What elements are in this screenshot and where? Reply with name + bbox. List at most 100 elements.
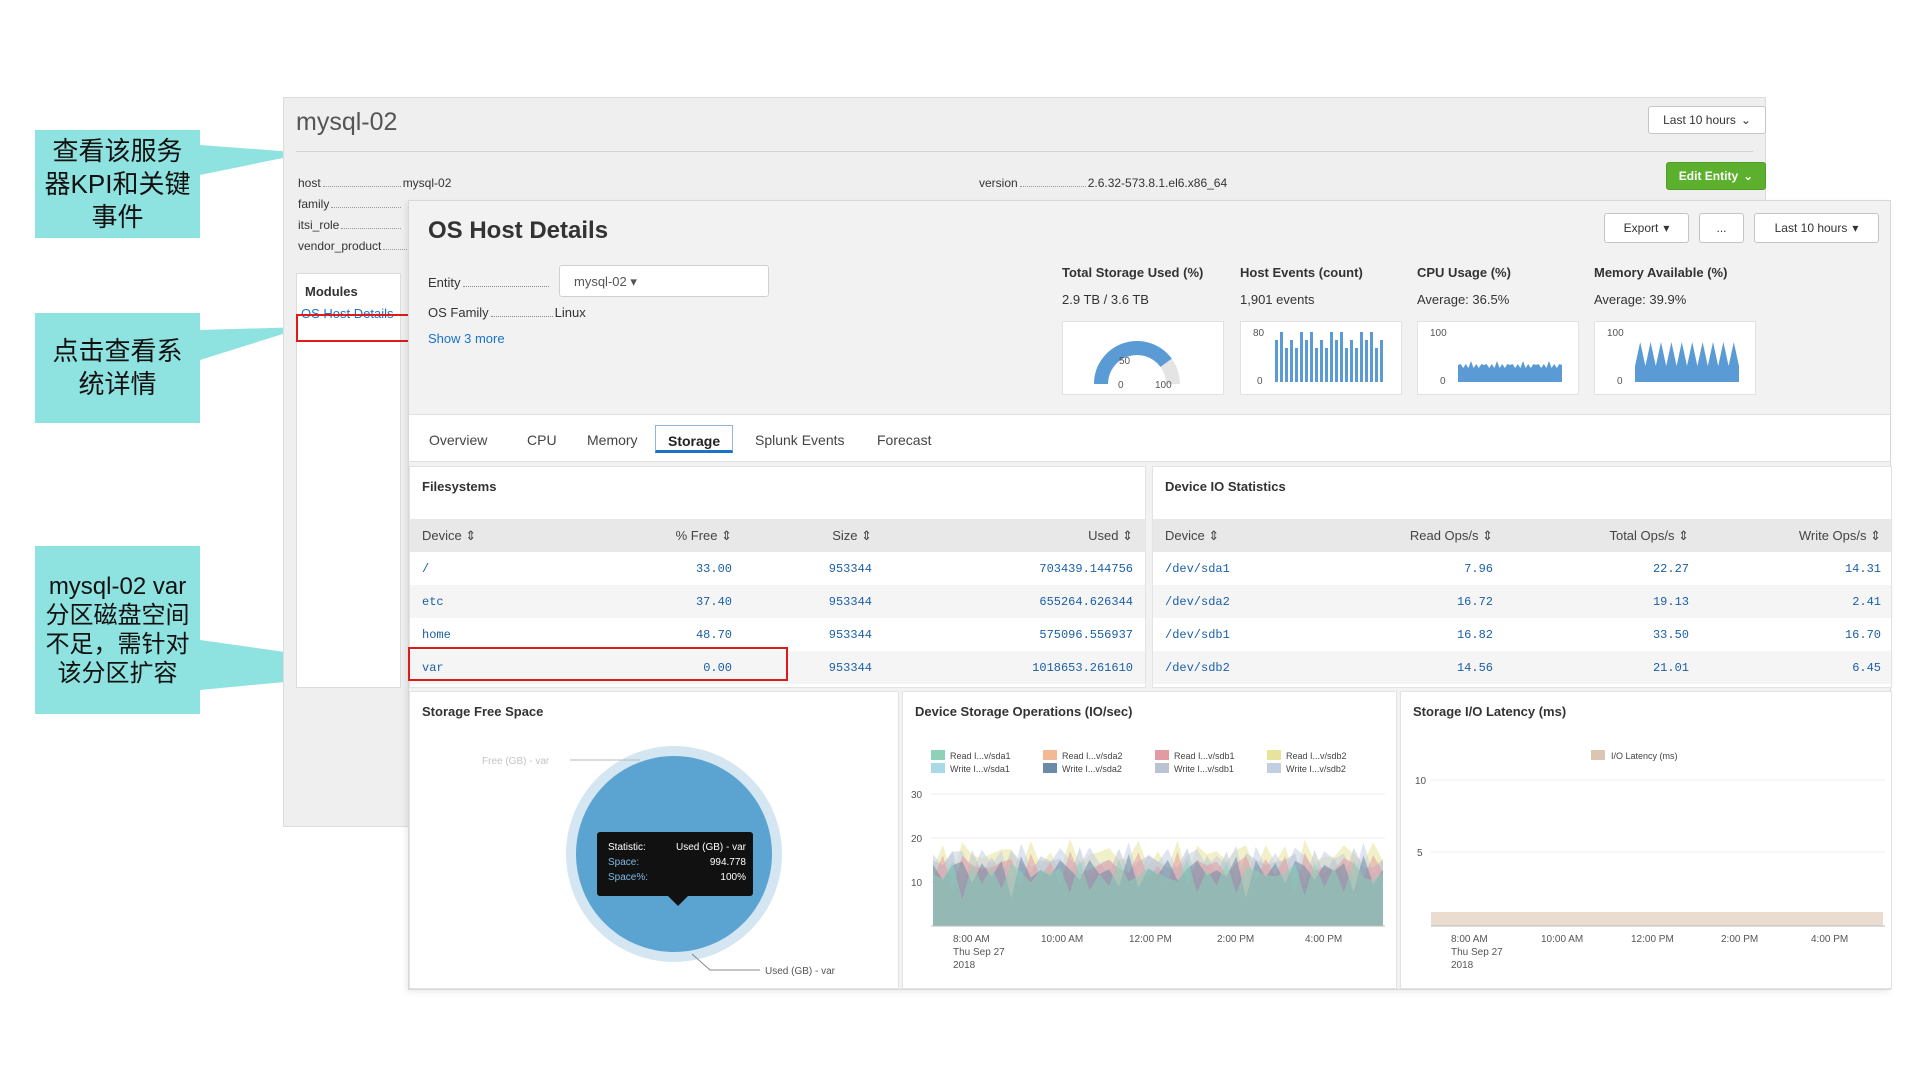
storage-gauge: 50 0 100 — [1062, 321, 1224, 395]
os-family-value: Linux — [554, 305, 586, 320]
memory-sparkline: 100 0 — [1594, 321, 1756, 395]
spark-bottom-label: 0 — [1257, 376, 1263, 387]
latency-legend-swatch — [1591, 750, 1605, 760]
legend-label: Write I...v/sdb2 — [1286, 764, 1346, 774]
legend-swatch — [931, 750, 945, 760]
table-cell: 953344 — [828, 628, 872, 642]
spark-bar — [1325, 348, 1328, 382]
col-write-ops[interactable]: Write Ops/s ⇕ — [1799, 528, 1881, 544]
tab-overview[interactable]: Overview — [417, 425, 499, 453]
spark-top-label: 100 — [1430, 328, 1447, 339]
spark-bar — [1310, 332, 1313, 382]
table-header: Device ⇕ Read Ops/s ⇕ Total Ops/s ⇕ Writ… — [1153, 519, 1891, 552]
table-cell: 14.31 — [1844, 562, 1881, 576]
cpu-usage-sparkline: 100 0 — [1417, 321, 1579, 395]
table-cell: 19.13 — [1652, 595, 1689, 609]
table-row[interactable]: /dev/sdb1 16.82 33.50 16.70 — [1153, 618, 1891, 651]
tab-cpu[interactable]: CPU — [515, 425, 569, 453]
tab-storage[interactable]: Storage — [655, 425, 734, 453]
legend-label: Read I...v/sdb1 — [1174, 751, 1235, 761]
spark-area — [1635, 342, 1739, 382]
edit-entity-label: Edit Entity — [1678, 169, 1739, 183]
table-cell: /dev/sda1 — [1165, 562, 1230, 576]
tab-splunk-events[interactable]: Splunk Events — [743, 425, 857, 453]
legend-label: Read I...v/sda1 — [950, 751, 1011, 761]
table-cell: 48.70 — [695, 628, 732, 642]
export-label: Export — [1623, 221, 1659, 235]
spark-bar — [1370, 332, 1373, 382]
x-sub: Thu Sep 27 — [953, 947, 1005, 958]
legend-swatch — [1043, 750, 1057, 760]
y-tick: 10 — [911, 878, 923, 889]
field-value: mysql-02 — [402, 176, 452, 190]
legend-label: Read I...v/sdb2 — [1286, 751, 1347, 761]
host-events-sparkline: 80 0 — [1240, 321, 1402, 395]
spark-bar — [1330, 332, 1333, 382]
table-cell: 655264.626344 — [1039, 595, 1133, 609]
table-cell: 16.82 — [1456, 628, 1493, 642]
field-key: family — [298, 197, 330, 211]
latency-area — [1431, 912, 1883, 926]
table-row[interactable]: etc 37.40 953344 655264.626344 — [410, 585, 1145, 618]
table-cell: 7.96 — [1464, 562, 1493, 576]
table-row[interactable]: /dev/sda1 7.96 22.27 14.31 — [1153, 552, 1891, 585]
entity-select[interactable]: mysql-02 ▾ — [559, 265, 769, 297]
col-total-ops[interactable]: Total Ops/s ⇕ — [1609, 528, 1689, 544]
spark-bar — [1340, 332, 1343, 382]
metric-host-events: Host Events (count) 1,901 events — [1240, 265, 1410, 307]
table-cell: 33.50 — [1652, 628, 1689, 642]
entity-select-value: mysql-02 — [574, 274, 627, 289]
entity-title: mysql-02 — [296, 108, 398, 136]
more-label: ... — [1716, 221, 1727, 235]
metric-title: CPU Usage (%) — [1417, 265, 1511, 280]
entity-time-picker[interactable]: Last 10 hours ⌄ — [1648, 106, 1766, 134]
caret-down-icon: ▾ — [630, 274, 637, 289]
spark-bar — [1335, 340, 1338, 382]
table-cell: 953344 — [828, 562, 872, 576]
spark-bottom-label: 0 — [1617, 376, 1623, 387]
table-cell: home — [422, 628, 451, 642]
col-device[interactable]: Device ⇕ — [1165, 528, 1219, 544]
legend-label: Write I...v/sda1 — [950, 764, 1010, 774]
gauge-min-label: 0 — [1118, 380, 1124, 391]
spark-bar — [1295, 348, 1298, 382]
table-row[interactable]: / 33.00 953344 703439.144756 — [410, 552, 1145, 585]
col-read-ops[interactable]: Read Ops/s ⇕ — [1410, 528, 1493, 544]
field-key: version — [979, 176, 1018, 190]
table-cell: 575096.556937 — [1039, 628, 1133, 642]
metric-title: Host Events (count) — [1240, 265, 1363, 280]
storage-free-section: Storage Free Space Free (GB) - var Used … — [409, 691, 899, 989]
y-tick: 10 — [1415, 776, 1427, 787]
table-cell: 37.40 — [695, 595, 732, 609]
x-tick: 10:00 AM — [1041, 934, 1083, 945]
table-row[interactable]: /dev/sda2 16.72 19.13 2.41 — [1153, 585, 1891, 618]
tab-forecast[interactable]: Forecast — [865, 425, 943, 453]
col-size[interactable]: Size ⇕ — [832, 528, 872, 544]
edit-entity-button[interactable]: Edit Entity ⌄ — [1666, 162, 1766, 190]
entity-divider — [296, 151, 1753, 152]
gauge-fill — [1094, 341, 1172, 385]
entity-field-vendor-product: vendor_product — [298, 239, 415, 253]
caret-down-icon: ▾ — [1852, 221, 1859, 235]
show-more-link[interactable]: Show 3 more — [428, 331, 505, 346]
export-button[interactable]: Export ▾ — [1604, 213, 1689, 243]
table-cell: 16.72 — [1456, 595, 1493, 609]
table-header: Device ⇕ % Free ⇕ Size ⇕ Used ⇕ — [410, 519, 1145, 552]
table-row[interactable]: /dev/sdb2 14.56 21.01 6.45 — [1153, 651, 1891, 684]
section-title: Filesystems — [422, 479, 497, 494]
col-device[interactable]: Device ⇕ — [422, 528, 476, 544]
entity-label: Entity — [428, 275, 461, 290]
legend-label: Write I...v/sdb1 — [1174, 764, 1234, 774]
y-tick: 20 — [911, 834, 923, 845]
field-value: 2.6.32-573.8.1.el6.x86_64 — [1087, 176, 1228, 190]
more-actions-button[interactable]: ... — [1699, 213, 1744, 243]
entity-field-host: host mysql-02 — [298, 176, 451, 190]
panel-time-picker[interactable]: Last 10 hours ▾ — [1754, 213, 1879, 243]
col-used[interactable]: Used ⇕ — [1088, 528, 1133, 544]
callout-var-note: mysql-02 var分区磁盘空间不足，需针对该分区扩容 — [35, 546, 200, 714]
col-free[interactable]: % Free ⇕ — [676, 528, 732, 544]
spark-bar — [1290, 340, 1293, 382]
callout-details: 点击查看系统详情 — [35, 313, 200, 423]
tab-memory[interactable]: Memory — [575, 425, 650, 453]
callout-var-note-text: mysql-02 var分区磁盘空间不足，需针对该分区扩容 — [45, 573, 190, 687]
